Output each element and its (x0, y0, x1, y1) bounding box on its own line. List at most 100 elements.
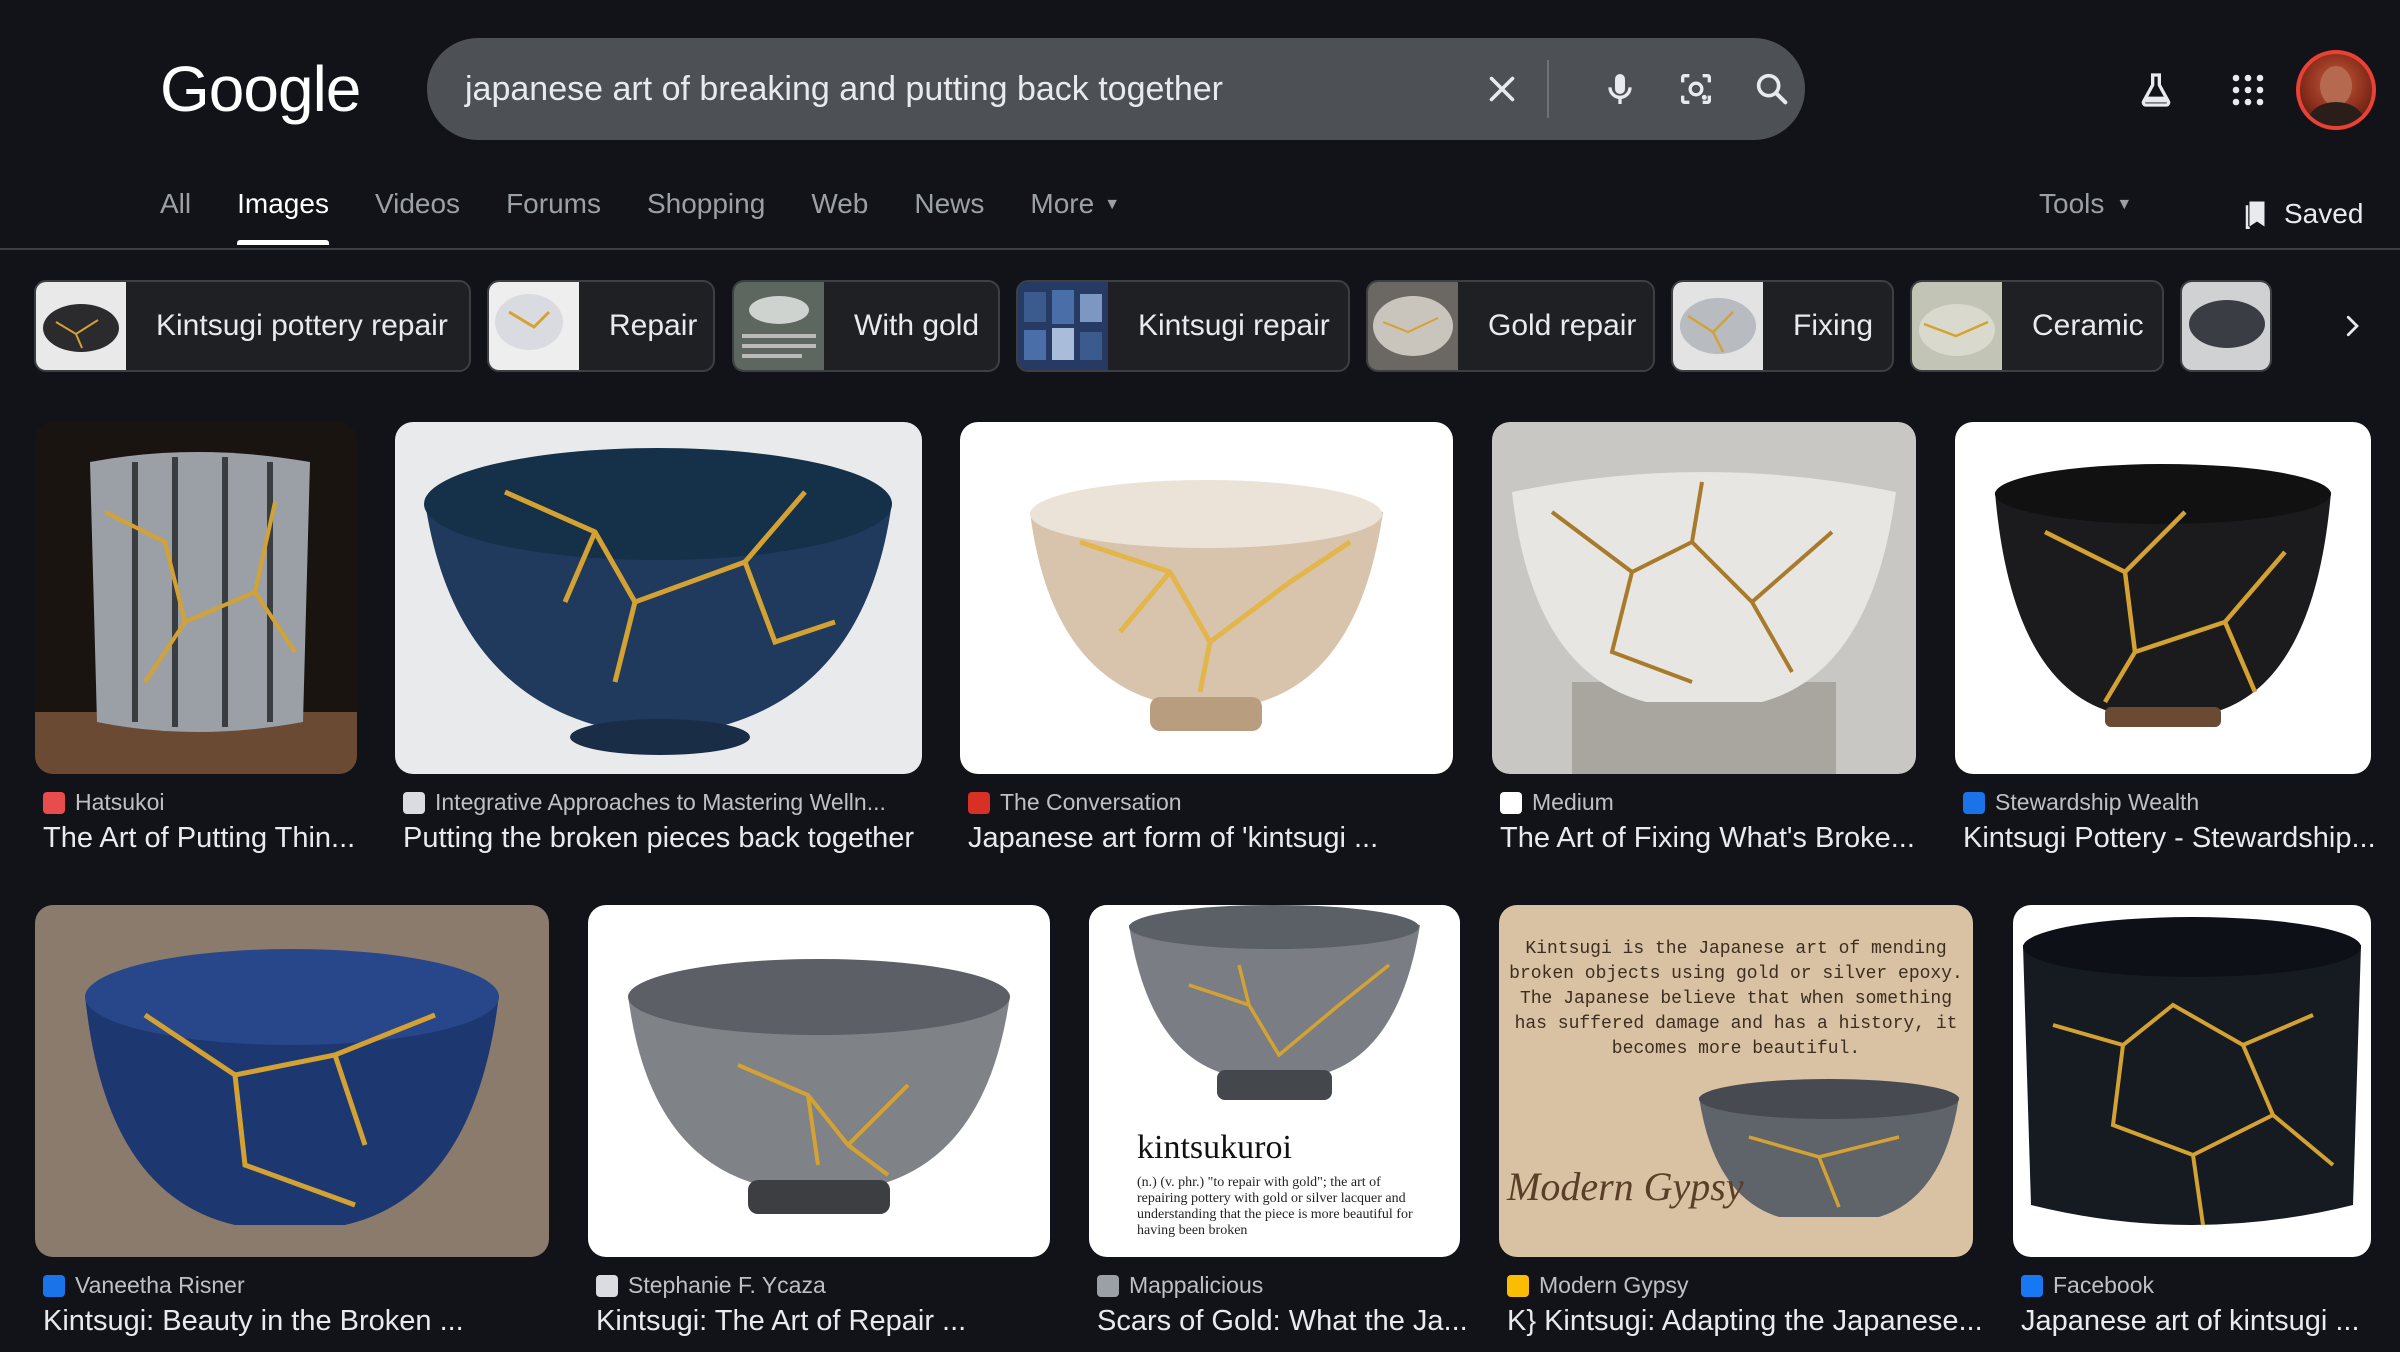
source-name: Integrative Approaches to Mastering Well… (435, 789, 886, 815)
result-title[interactable]: Kintsugi Pottery - Stewardship... (1963, 822, 2376, 855)
result-source[interactable]: Stephanie F. Ycaza (596, 1272, 826, 1299)
source-favicon (1500, 791, 1522, 814)
chip-ceramic[interactable]: Ceramic (1910, 280, 2164, 372)
saved-label: Saved (2284, 198, 2364, 229)
apps-grid-icon[interactable] (2220, 62, 2276, 118)
result-card[interactable]: Vaneetha Risner Kintsugi: Beauty in the … (35, 905, 549, 1352)
source-favicon (968, 791, 990, 814)
saved-button[interactable]: Saved (2244, 198, 2363, 230)
caret-down-icon: ▼ (2116, 196, 2133, 213)
result-card[interactable]: Stewardship Wealth Kintsugi Pottery - St… (1955, 422, 2376, 882)
tools-button[interactable]: Tools ▼ (2039, 188, 2132, 220)
account-avatar[interactable] (2296, 50, 2376, 130)
search-divider (1547, 60, 1549, 118)
tab-shopping[interactable]: Shopping (647, 188, 765, 248)
chip-scroll-next-button[interactable] (2304, 280, 2400, 372)
result-title[interactable]: Japanese art of kintsugi ... (2021, 1305, 2360, 1338)
lens-icon[interactable] (1671, 64, 1721, 114)
search-icon[interactable] (1747, 64, 1797, 114)
chip-fixing[interactable]: Fixing (1671, 280, 1894, 372)
chip-label: Ceramic (2032, 309, 2144, 342)
chip-kintsugi-repair[interactable]: Kintsugi repair (1016, 280, 1350, 372)
result-thumbnail[interactable] (1492, 422, 1916, 774)
chip-gold-repair[interactable]: Gold repair (1366, 280, 1655, 372)
tab-web[interactable]: Web (811, 188, 868, 248)
mic-icon[interactable] (1595, 64, 1645, 114)
result-source[interactable]: Hatsukoi (43, 789, 164, 816)
result-thumbnail[interactable] (1955, 422, 2371, 774)
tab-more[interactable]: More ▼ (1030, 188, 1120, 248)
result-source[interactable]: Vaneetha Risner (43, 1272, 245, 1299)
source-name: The Conversation (1000, 789, 1182, 815)
tab-forums[interactable]: Forums (506, 188, 601, 248)
result-title[interactable]: Kintsugi: Beauty in the Broken ... (43, 1305, 464, 1338)
result-thumbnail[interactable] (2013, 905, 2371, 1257)
result-card[interactable]: Hatsukoi The Art of Putting Thin... (35, 422, 357, 882)
chip-with-gold[interactable]: With gold (732, 280, 1000, 372)
result-title[interactable]: The Art of Fixing What's Broke... (1500, 822, 1915, 855)
result-card[interactable]: Medium The Art of Fixing What's Broke... (1492, 422, 1916, 882)
result-thumbnail[interactable]: Kintsugi is the Japanese art of mending … (1499, 905, 1973, 1257)
result-title[interactable]: K} Kintsugi: Adapting the Japanese... (1507, 1305, 1983, 1338)
tab-news[interactable]: News (914, 188, 984, 248)
result-card[interactable]: kintsukuroi (n.) (v. phr.) "to repair wi… (1089, 905, 1468, 1352)
source-favicon (403, 791, 425, 814)
result-thumbnail[interactable] (960, 422, 1453, 774)
caption-body: (n.) (v. phr.) "to repair with gold"; th… (1137, 1175, 1413, 1238)
refinement-chips: Kintsugi pottery repair Repair With gold… (0, 250, 2400, 390)
source-name: Stewardship Wealth (1995, 789, 2200, 815)
result-card[interactable]: Stephanie F. Ycaza Kintsugi: The Art of … (588, 905, 1050, 1352)
search-tabs: All Images Videos Forums Shopping Web Ne… (160, 188, 1166, 248)
bookmark-icon (2245, 201, 2265, 229)
result-thumbnail[interactable] (395, 422, 922, 774)
chevron-right-icon (2346, 315, 2359, 337)
result-title[interactable]: The Art of Putting Thin... (43, 822, 355, 855)
search-input[interactable]: japanese art of breaking and putting bac… (465, 70, 1223, 109)
close-icon[interactable] (1477, 64, 1527, 114)
source-favicon (1507, 1274, 1529, 1297)
result-thumbnail[interactable]: kintsukuroi (n.) (v. phr.) "to repair wi… (1089, 905, 1460, 1257)
result-thumbnail[interactable] (588, 905, 1050, 1257)
result-source[interactable]: Integrative Approaches to Mastering Well… (403, 789, 886, 816)
result-card[interactable]: Facebook Japanese art of kintsugi ... (2013, 905, 2371, 1352)
result-card[interactable]: Integrative Approaches to Mastering Well… (395, 422, 922, 882)
chip-label: Kintsugi repair (1138, 309, 1330, 342)
tab-images[interactable]: Images (237, 188, 329, 248)
google-logo[interactable]: Google (160, 52, 361, 126)
result-title[interactable]: Scars of Gold: What the Ja... (1097, 1305, 1468, 1338)
chip-more[interactable] (2180, 280, 2272, 372)
result-source[interactable]: Mappalicious (1097, 1272, 1263, 1299)
result-source[interactable]: Medium (1500, 789, 1614, 816)
labs-flask-icon[interactable] (2128, 62, 2184, 118)
chip-label: Kintsugi pottery repair (156, 309, 448, 342)
chip-repair[interactable]: Repair (487, 280, 715, 372)
source-name: Hatsukoi (75, 789, 165, 815)
tab-all[interactable]: All (160, 188, 191, 248)
result-source[interactable]: Modern Gypsy (1507, 1272, 1689, 1299)
result-title[interactable]: Putting the broken pieces back together (403, 822, 914, 855)
chip-thumbnail (734, 282, 824, 370)
result-source[interactable]: The Conversation (968, 789, 1182, 816)
chip-thumbnail (1018, 282, 1108, 370)
caret-down-icon: ▼ (1104, 196, 1121, 213)
result-title[interactable]: Japanese art form of 'kintsugi ... (968, 822, 1378, 855)
result-thumbnail[interactable] (35, 422, 357, 774)
result-source[interactable]: Facebook (2021, 1272, 2154, 1299)
chip-kintsugi-pottery-repair[interactable]: Kintsugi pottery repair (34, 280, 471, 372)
result-card[interactable]: Kintsugi is the Japanese art of mending … (1499, 905, 1983, 1352)
result-title[interactable]: Kintsugi: The Art of Repair ... (596, 1305, 966, 1338)
chip-thumbnail (489, 282, 579, 370)
avatar-body (2308, 102, 2364, 126)
chip-thumbnail (1368, 282, 1458, 370)
chip-thumbnail (36, 282, 126, 370)
chip-label: With gold (854, 309, 980, 342)
search-bar[interactable]: japanese art of breaking and putting bac… (427, 38, 1805, 140)
result-source[interactable]: Stewardship Wealth (1963, 789, 2199, 816)
result-card[interactable]: The Conversation Japanese art form of 'k… (960, 422, 1453, 882)
chip-thumbnail (2182, 282, 2270, 370)
source-name: Stephanie F. Ycaza (628, 1272, 826, 1298)
chip-label: Gold repair (1488, 309, 1637, 342)
tab-videos[interactable]: Videos (375, 188, 460, 248)
source-favicon (43, 791, 65, 814)
result-thumbnail[interactable] (35, 905, 549, 1257)
